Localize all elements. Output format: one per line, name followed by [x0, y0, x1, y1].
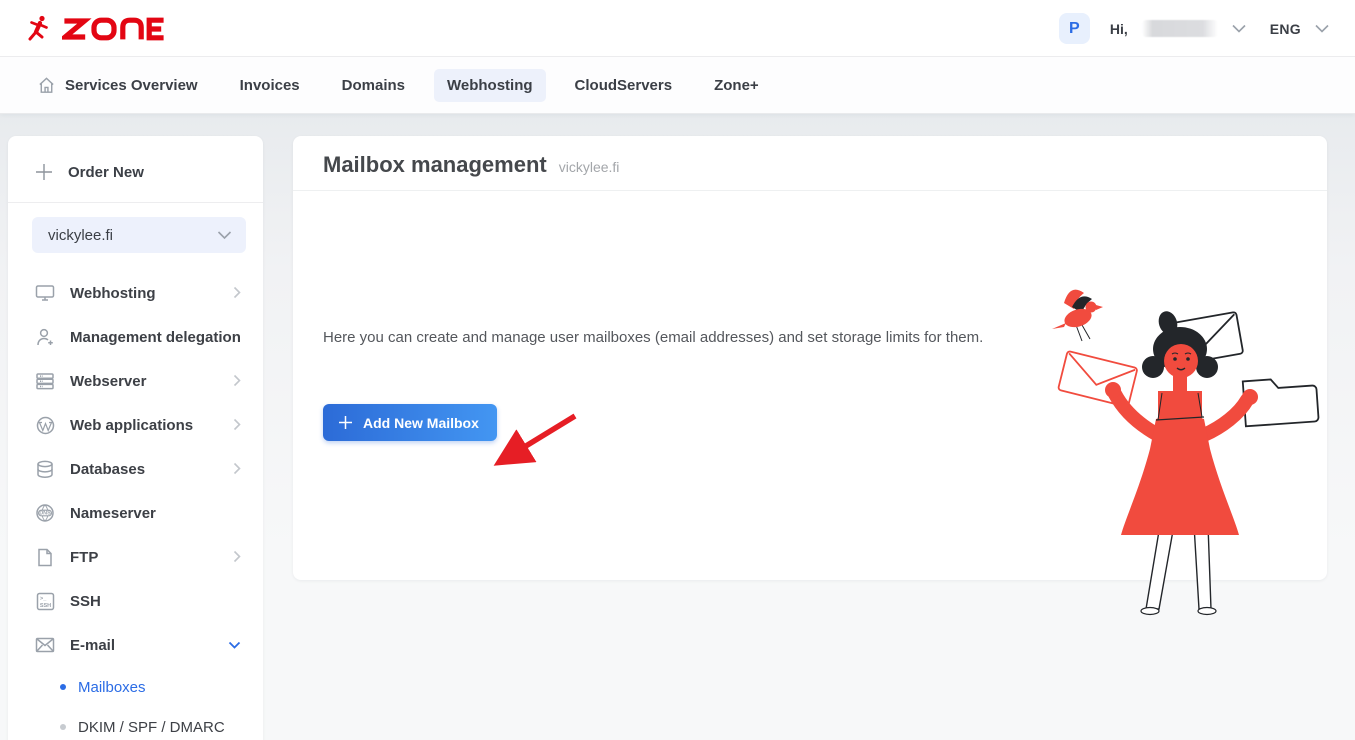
dns-icon: DNS	[34, 503, 56, 523]
nav-label: Zone+	[714, 77, 759, 94]
sidebar-item-label: Webserver	[70, 373, 146, 390]
home-icon	[37, 76, 56, 95]
chevron-right-icon	[233, 550, 241, 563]
nav-services-overview[interactable]: Services Overview	[24, 68, 211, 103]
zone-logo[interactable]	[24, 14, 166, 44]
user-menu-chevron-down-icon[interactable]	[1232, 24, 1246, 33]
panel-titlebar: Mailbox management vickylee.fi	[293, 136, 1327, 191]
description-text: Here you can create and manage user mail…	[323, 329, 983, 346]
svg-text:SSH: SSH	[39, 603, 50, 609]
plus-icon	[34, 162, 54, 182]
sidebar-item-nameserver[interactable]: DNS Nameserver	[8, 491, 263, 535]
chevron-right-icon	[233, 286, 241, 299]
main-navigation: Services Overview Invoices Domains Webho…	[0, 57, 1355, 114]
order-new-label: Order New	[68, 164, 144, 181]
sidebar-item-webhosting[interactable]: Webhosting	[8, 271, 263, 315]
nav-webhosting[interactable]: Webhosting	[434, 69, 546, 102]
nav-cloudservers[interactable]: CloudServers	[562, 69, 686, 102]
sidebar-item-webserver[interactable]: Webserver	[8, 359, 263, 403]
sidebar-item-ssh[interactable]: >_SSH SSH	[8, 579, 263, 623]
monitor-icon	[34, 284, 56, 302]
sidebar-item-ftp[interactable]: FTP	[8, 535, 263, 579]
zone-logo-text	[62, 16, 166, 42]
page-content: Order New vickylee.fi Webhosting Managem…	[0, 114, 1355, 740]
chevron-right-icon	[233, 418, 241, 431]
file-icon	[34, 548, 56, 567]
user-plus-icon	[34, 328, 56, 347]
bird-icon	[1052, 290, 1103, 341]
nav-zone-plus[interactable]: Zone+	[701, 69, 772, 102]
sidebar-item-label: Webhosting	[70, 285, 156, 302]
nav-label: Webhosting	[447, 77, 533, 94]
domain-selector-value: vickylee.fi	[48, 227, 113, 244]
sidebar-item-label: Management delegation	[70, 329, 241, 346]
nav-label: Services Overview	[65, 77, 198, 94]
language-chevron-down-icon[interactable]	[1315, 24, 1329, 33]
nav-domains[interactable]: Domains	[329, 69, 418, 102]
nav-invoices[interactable]: Invoices	[227, 69, 313, 102]
sidebar-item-management-delegation[interactable]: Management delegation	[8, 315, 263, 359]
user-name-redacted	[1142, 20, 1218, 37]
sidebar-subitem-label: Mailboxes	[78, 679, 146, 696]
page-subtitle-domain: vickylee.fi	[559, 159, 620, 175]
sidebar-subitem-mailboxes[interactable]: Mailboxes	[8, 667, 263, 707]
sidebar-subitem-dkim-spf-dmarc[interactable]: DKIM / SPF / DMARC	[8, 707, 263, 740]
database-icon	[34, 460, 56, 479]
panel-body: Here you can create and manage user mail…	[293, 191, 1327, 579]
sidebar-menu: Webhosting Management delegation Webserv…	[8, 263, 263, 740]
sidebar: Order New vickylee.fi Webhosting Managem…	[8, 136, 263, 740]
nav-label: Invoices	[240, 77, 300, 94]
user-avatar[interactable]: P	[1059, 13, 1090, 44]
sidebar-item-email[interactable]: E-mail	[8, 623, 263, 667]
mailbox-management-panel: Mailbox management vickylee.fi Here you …	[293, 136, 1327, 580]
envelope-icon	[34, 637, 56, 653]
add-button-label: Add New Mailbox	[363, 415, 479, 431]
add-new-mailbox-button[interactable]: Add New Mailbox	[323, 404, 497, 441]
plus-icon	[338, 415, 353, 430]
bullet-icon	[60, 724, 66, 730]
sidebar-item-label: Nameserver	[70, 505, 156, 522]
sidebar-subitem-label: DKIM / SPF / DMARC	[78, 719, 225, 736]
greeting-text: Hi,	[1110, 21, 1128, 37]
sidebar-item-databases[interactable]: Databases	[8, 447, 263, 491]
chevron-down-icon	[228, 641, 241, 650]
chevron-right-icon	[233, 462, 241, 475]
sidebar-item-label: E-mail	[70, 637, 115, 654]
wordpress-icon	[34, 416, 56, 435]
sidebar-item-web-applications[interactable]: Web applications	[8, 403, 263, 447]
svg-text:DNS: DNS	[39, 510, 51, 516]
chevron-right-icon	[233, 374, 241, 387]
sidebar-item-label: Databases	[70, 461, 145, 478]
domain-selector[interactable]: vickylee.fi	[32, 217, 246, 253]
page-title: Mailbox management	[323, 152, 547, 178]
nav-label: Domains	[342, 77, 405, 94]
sidebar-divider	[8, 202, 263, 203]
chevron-down-icon	[217, 230, 232, 240]
terminal-icon: >_SSH	[34, 592, 56, 611]
top-header: P Hi, ENG	[0, 0, 1355, 57]
sidebar-item-label: Web applications	[70, 417, 193, 434]
sidebar-item-label: SSH	[70, 593, 101, 610]
language-selector[interactable]: ENG	[1270, 21, 1301, 37]
order-new-button[interactable]: Order New	[8, 136, 263, 202]
nav-label: CloudServers	[575, 77, 673, 94]
bullet-icon	[60, 684, 66, 690]
zone-runner-icon	[24, 14, 54, 44]
mailbox-illustration	[1038, 273, 1323, 618]
sidebar-item-label: FTP	[70, 549, 98, 566]
svg-text:>_: >_	[40, 596, 47, 602]
server-icon	[34, 372, 56, 390]
